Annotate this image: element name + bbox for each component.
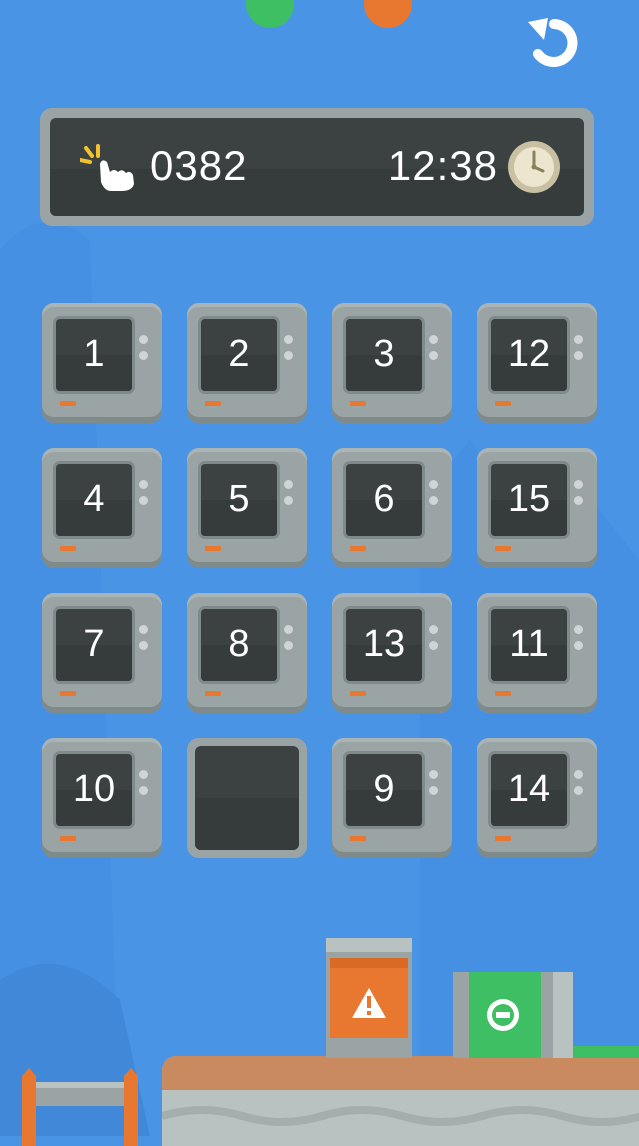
- tile-13[interactable]: 13: [332, 593, 452, 713]
- tile-number: 8: [228, 623, 250, 665]
- tile-1[interactable]: 1: [42, 303, 162, 423]
- tile-15[interactable]: 15: [477, 448, 597, 568]
- tile-number: 2: [228, 333, 250, 375]
- tile-number: 10: [72, 768, 116, 810]
- tile-indicator-light: [495, 691, 511, 696]
- tile-indicator-light: [495, 836, 511, 841]
- warning-crate: [326, 938, 412, 1058]
- score-panel-screen: 0382 12:38: [50, 118, 584, 216]
- tile-indicator-light: [350, 691, 366, 696]
- tile-number: 5: [228, 478, 250, 520]
- tile-5[interactable]: 5: [187, 448, 307, 568]
- tile-number: 4: [83, 478, 105, 520]
- tile-number: 9: [373, 768, 395, 810]
- tile-number: 1: [83, 333, 105, 375]
- tile-indicator-light: [60, 401, 76, 406]
- tile-number: 11: [509, 623, 549, 665]
- tile-number: 12: [507, 333, 551, 375]
- tile-indicator-light: [495, 401, 511, 406]
- tile-indicator-light: [205, 546, 221, 551]
- tile-number: 3: [373, 333, 395, 375]
- tile-indicator-light: [495, 546, 511, 551]
- green-crate: [453, 972, 573, 1058]
- tile-3[interactable]: 3: [332, 303, 452, 423]
- tile-4[interactable]: 4: [42, 448, 162, 568]
- tile-number: 7: [83, 623, 105, 665]
- clock-icon: [508, 141, 560, 193]
- tile-6[interactable]: 6: [332, 448, 452, 568]
- ground-platform: [162, 1056, 639, 1146]
- tile-11[interactable]: 11: [477, 593, 597, 713]
- tile-indicator-light: [350, 836, 366, 841]
- minus-circle-icon: [487, 999, 519, 1031]
- elapsed-timer: 12:38: [387, 142, 498, 189]
- tile-indicator-light: [60, 691, 76, 696]
- fence-decor: [22, 1068, 138, 1146]
- tile-10[interactable]: 10: [42, 738, 162, 858]
- undo-button[interactable]: [524, 14, 584, 70]
- tile-number: 6: [373, 478, 395, 520]
- tile-indicator-light: [205, 691, 221, 696]
- moves-counter: 0382: [150, 142, 248, 189]
- tile-7[interactable]: 7: [42, 593, 162, 713]
- tile-9[interactable]: 9: [332, 738, 452, 858]
- tile-8[interactable]: 8: [187, 593, 307, 713]
- tile-indicator-light: [350, 546, 366, 551]
- tap-hand-icon: [80, 144, 134, 191]
- undo-arrow-icon: [528, 18, 578, 67]
- tile-indicator-light: [60, 836, 76, 841]
- tile-2[interactable]: 2: [187, 303, 307, 423]
- tile-number: 13: [362, 623, 406, 665]
- empty-slot: [187, 738, 307, 858]
- tile-14[interactable]: 14: [477, 738, 597, 858]
- tile-indicator-light: [205, 401, 221, 406]
- green-ledge: [573, 1046, 639, 1058]
- tile-12[interactable]: 12: [477, 303, 597, 423]
- score-panel: 0382 12:38: [40, 108, 594, 226]
- tile-number: 15: [507, 478, 551, 520]
- tile-indicator-light: [350, 401, 366, 406]
- tile-indicator-light: [60, 546, 76, 551]
- tile-number: 14: [507, 768, 551, 810]
